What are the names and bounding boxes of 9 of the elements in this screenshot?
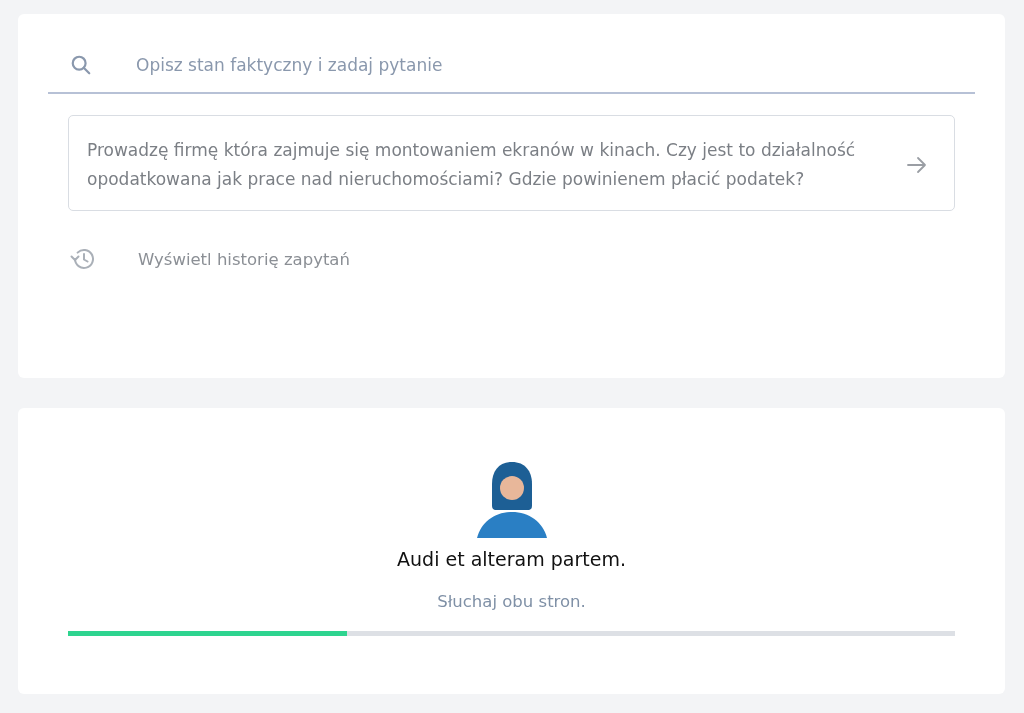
history-icon [70, 247, 96, 271]
arrow-right-icon[interactable] [907, 156, 927, 174]
translation-text: Słuchaj obu stron. [437, 592, 586, 611]
search-icon [70, 54, 92, 76]
question-text: Prowadzę firmę która zajmuje się montowaniem ekranów w kinach. Czy jest to działalność opodatkowana jak prace nad nieruchomościami? Gdzie powinienem płacić podatek? [87, 139, 857, 191]
quote-text: Audi et alteram partem. [397, 548, 626, 570]
search-field[interactable]: Opisz stan faktyczny i zadaj pytanie [134, 54, 975, 76]
history-link[interactable]: Wyświetl historię zapytań [138, 249, 350, 269]
question-box[interactable]: Prowadzę firmę która zajmuje się montowaniem ekranów w kinach. Czy jest to działalność opodatkowana jak prace nad nieruchomościami? Gdzie powinienem płacić podatek? [68, 115, 955, 211]
